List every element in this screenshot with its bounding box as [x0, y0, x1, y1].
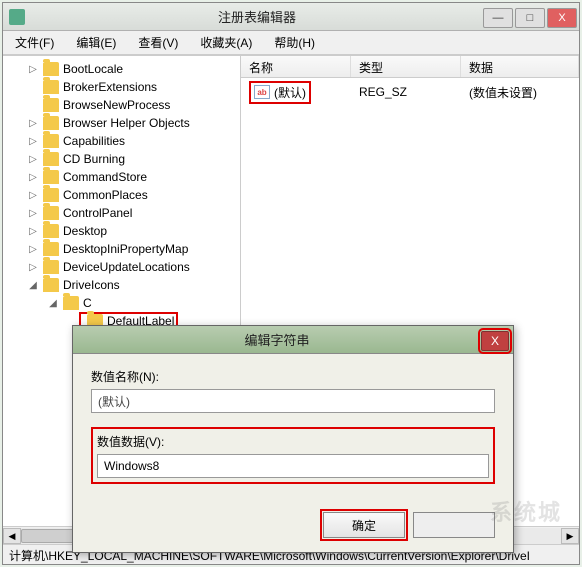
tree-item-label: ControlPanel [63, 206, 132, 220]
tree-item[interactable]: ▷ BootLocale [3, 60, 240, 78]
app-icon [9, 9, 25, 25]
tree-item[interactable]: ◢C [3, 294, 240, 312]
expand-icon[interactable]: ▷ [27, 154, 39, 165]
menubar: 文件(F) 编辑(E) 查看(V) 收藏夹(A) 帮助(H) [3, 31, 579, 55]
dialog-body: 数值名称(N): 数值数据(V): [73, 354, 513, 512]
tree-item[interactable]: ▷ CD Burning [3, 150, 240, 168]
dialog-title: 编辑字符串 [73, 330, 481, 349]
value-name-label: 数值名称(N): [91, 368, 495, 385]
folder-icon [43, 206, 59, 220]
folder-icon [43, 260, 59, 274]
expand-icon[interactable]: ▷ [27, 118, 39, 129]
tree-item[interactable]: ▷ Desktop [3, 222, 240, 240]
expand-icon[interactable]: ◢ [47, 298, 59, 309]
tree-item[interactable]: ▷ DesktopIniPropertyMap [3, 240, 240, 258]
expand-icon[interactable]: ▷ [27, 244, 39, 255]
folder-icon [63, 296, 79, 310]
tree-item-label: DeviceUpdateLocations [63, 260, 190, 274]
value-data-group: 数值数据(V): [91, 427, 495, 484]
value-data-label: 数值数据(V): [97, 433, 489, 450]
tree-item-label: CD Burning [63, 152, 125, 166]
tree-item[interactable]: ▷ DeviceUpdateLocations [3, 258, 240, 276]
expand-icon[interactable]: ▷ [27, 64, 39, 75]
tree-item-label: Browser Helper Objects [63, 116, 190, 130]
menu-edit[interactable]: 编辑(E) [70, 32, 122, 53]
dialog-titlebar: 编辑字符串 X [73, 326, 513, 354]
tree-item[interactable]: ◢ DriveIcons [3, 276, 240, 294]
tree-item-label: C [83, 296, 92, 310]
tree-item-label: BrokerExtensions [63, 80, 157, 94]
value-name: (默认) [274, 84, 306, 101]
tree-item-label: CommonPlaces [63, 188, 148, 202]
close-button[interactable]: X [547, 8, 577, 28]
window-controls: — □ X [483, 6, 579, 28]
dialog-close-button[interactable]: X [481, 331, 509, 351]
tree-item[interactable]: BrokerExtensions [3, 78, 240, 96]
tree-item-label: Capabilities [63, 134, 125, 148]
expand-icon[interactable]: ▷ [27, 262, 39, 273]
scroll-left-button[interactable]: ◀ [3, 528, 21, 544]
tree-item-label: DriveIcons [63, 278, 120, 292]
edit-string-dialog: 编辑字符串 X 数值名称(N): 数值数据(V): 确定 [72, 325, 514, 553]
tree-item-label: Desktop [63, 224, 107, 238]
expand-icon[interactable]: ◢ [27, 280, 39, 291]
value-name-input[interactable] [91, 389, 495, 413]
menu-help[interactable]: 帮助(H) [268, 32, 321, 53]
titlebar: 注册表编辑器 — □ X [3, 3, 579, 31]
column-headers: 名称 类型 数据 [241, 56, 579, 78]
menu-view[interactable]: 查看(V) [132, 32, 184, 53]
expand-icon[interactable]: ▷ [27, 136, 39, 147]
folder-icon [43, 98, 59, 112]
folder-icon [43, 134, 59, 148]
cancel-button[interactable] [413, 512, 495, 538]
col-name[interactable]: 名称 [241, 56, 351, 77]
menu-favorites[interactable]: 收藏夹(A) [194, 32, 258, 53]
value-name-group: 数值名称(N): [91, 368, 495, 413]
expand-icon[interactable]: ▷ [27, 208, 39, 219]
folder-icon [43, 62, 59, 76]
maximize-button[interactable]: □ [515, 8, 545, 28]
minimize-button[interactable]: — [483, 8, 513, 28]
string-value-icon: ab [254, 85, 270, 99]
folder-icon [43, 188, 59, 202]
ok-button[interactable]: 确定 [323, 512, 405, 538]
col-type[interactable]: 类型 [351, 56, 461, 77]
tree-item[interactable]: ▷ Browser Helper Objects [3, 114, 240, 132]
folder-icon [43, 80, 59, 94]
folder-icon [43, 170, 59, 184]
tree-item-label: BrowseNewProcess [63, 98, 170, 112]
expand-icon[interactable]: ▷ [27, 190, 39, 201]
col-data[interactable]: 数据 [461, 56, 579, 77]
tree-item-label: BootLocale [63, 62, 123, 76]
folder-icon [43, 116, 59, 130]
folder-icon [43, 152, 59, 166]
tree-item-label: CommandStore [63, 170, 147, 184]
expand-icon[interactable]: ▷ [27, 172, 39, 183]
tree-item[interactable]: BrowseNewProcess [3, 96, 240, 114]
expand-icon[interactable]: ▷ [27, 226, 39, 237]
menu-file[interactable]: 文件(F) [9, 32, 60, 53]
folder-icon [43, 242, 59, 256]
folder-icon [43, 224, 59, 238]
tree-item-label: DesktopIniPropertyMap [63, 242, 188, 256]
tree-item[interactable]: ▷ CommandStore [3, 168, 240, 186]
value-row[interactable]: ab (默认) REG_SZ(数值未设置) [241, 82, 579, 102]
folder-icon [43, 278, 59, 292]
scroll-right-button-2[interactable]: ▶ [561, 528, 579, 544]
tree-item[interactable]: ▷ ControlPanel [3, 204, 240, 222]
value-type: REG_SZ [351, 83, 461, 101]
tree-item[interactable]: ▷ Capabilities [3, 132, 240, 150]
value-data: (数值未设置) [461, 82, 579, 103]
tree-item[interactable]: ▷ CommonPlaces [3, 186, 240, 204]
value-data-input[interactable] [97, 454, 489, 478]
dialog-button-row: 确定 [73, 512, 513, 552]
window-title: 注册表编辑器 [31, 7, 483, 26]
